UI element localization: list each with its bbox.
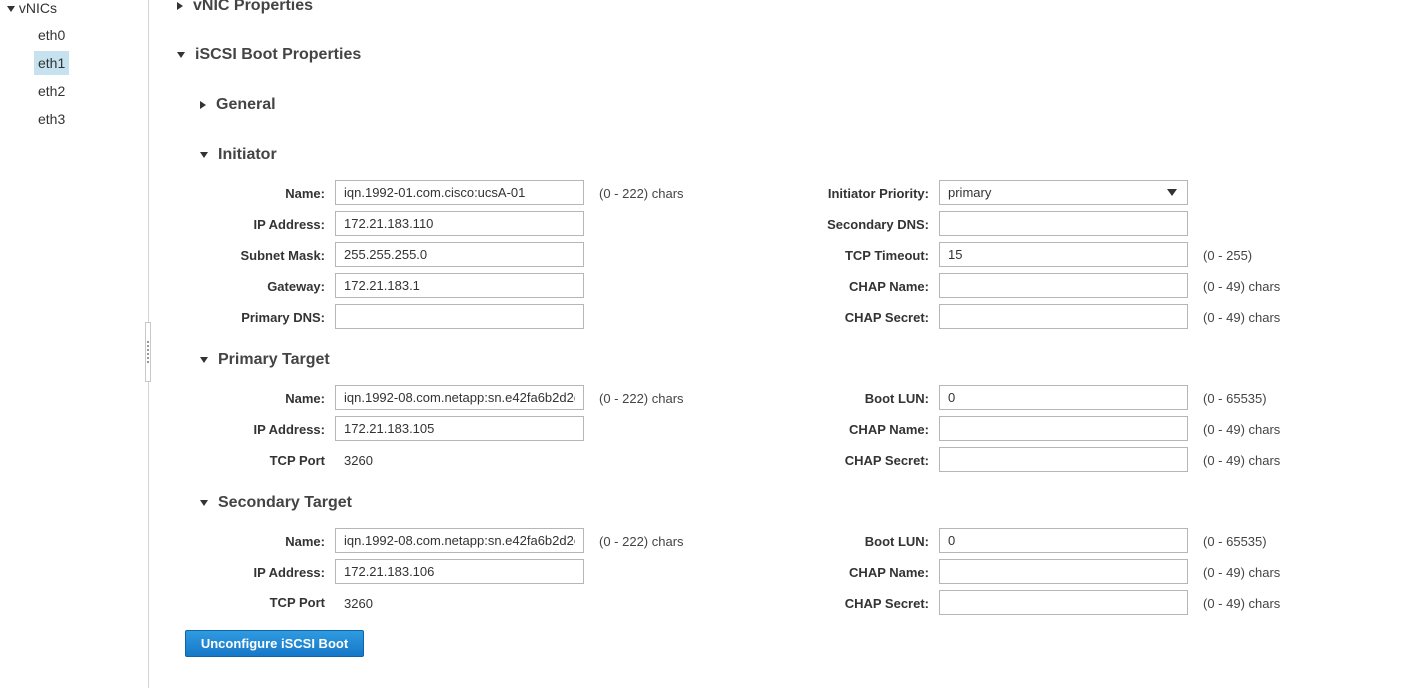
initiator-priority-label: Initiator Priority: (827, 186, 929, 201)
tree-root-vnics[interactable]: vNICs (7, 0, 57, 16)
tree-item-eth3[interactable]: eth3 (34, 107, 69, 131)
primary-target-name-input[interactable] (335, 385, 584, 410)
section-initiator[interactable]: Initiator (200, 146, 277, 164)
initiator-chap-name-input[interactable] (939, 273, 1188, 298)
expand-right-icon (177, 1, 183, 10)
secondary-boot-lun-input[interactable] (939, 528, 1188, 553)
collapse-down-icon (200, 499, 208, 506)
expand-right-icon (200, 100, 206, 109)
primary-target-tcp-port-value: 3260 (344, 453, 373, 468)
initiator-chap-secret-hint: (0 - 49) chars (1203, 310, 1281, 325)
secondary-target-tcp-port-value: 3260 (344, 596, 373, 611)
tcp-timeout-label: TCP Timeout: (844, 248, 929, 263)
section-secondary-target[interactable]: Secondary Target (200, 494, 352, 512)
primary-dns-label: Primary DNS: (241, 310, 325, 325)
primary-target-name-hint: (0 - 222) chars (599, 391, 684, 406)
secondary-chap-secret-hint: (0 - 49) chars (1203, 596, 1281, 611)
primary-target-ip-label: IP Address: (253, 422, 325, 437)
primary-chap-name-label: CHAP Name: (849, 422, 929, 437)
subnet-mask-label: Subnet Mask: (240, 248, 325, 263)
initiator-ip-label: IP Address: (253, 217, 325, 232)
primary-boot-lun-input[interactable] (939, 385, 1188, 410)
primary-boot-lun-hint: (0 - 65535) (1203, 391, 1267, 406)
primary-target-name-label: Name: (285, 391, 325, 406)
initiator-priority-select[interactable]: primary (939, 180, 1188, 205)
section-vnic-properties[interactable]: vNIC Properties (177, 0, 313, 15)
secondary-chap-secret-input[interactable] (939, 590, 1188, 615)
primary-target-ip-input[interactable] (335, 416, 584, 441)
gateway-input[interactable] (335, 273, 584, 298)
secondary-target-ip-label: IP Address: (253, 565, 325, 580)
initiator-ip-input[interactable] (335, 211, 584, 236)
initiator-name-label: Name: (285, 186, 325, 201)
primary-chap-name-hint: (0 - 49) chars (1203, 422, 1281, 437)
tree-root-label: vNICs (18, 0, 58, 16)
secondary-dns-label: Secondary DNS: (827, 217, 929, 232)
tcp-timeout-hint: (0 - 255) (1203, 248, 1253, 263)
splitter-grip-icon (147, 341, 149, 363)
expand-down-icon[interactable] (7, 6, 15, 13)
tree-item-eth0[interactable]: eth0 (34, 23, 69, 47)
primary-dns-input[interactable] (335, 304, 584, 329)
secondary-chap-name-hint: (0 - 49) chars (1203, 565, 1281, 580)
primary-chap-secret-input[interactable] (939, 447, 1188, 472)
primary-chap-secret-label: CHAP Secret: (844, 453, 929, 468)
initiator-chap-name-label: CHAP Name: (849, 279, 929, 294)
secondary-chap-name-label: CHAP Name: (849, 565, 929, 580)
gateway-label: Gateway: (267, 279, 325, 294)
secondary-target-ip-input[interactable] (335, 559, 584, 584)
initiator-chap-name-hint: (0 - 49) chars (1203, 279, 1281, 294)
section-iscsi-boot-properties[interactable]: iSCSI Boot Properties (177, 46, 361, 64)
dropdown-caret-icon (1167, 189, 1177, 196)
secondary-chap-secret-label: CHAP Secret: (844, 596, 929, 611)
initiator-chap-secret-label: CHAP Secret: (844, 310, 929, 325)
primary-boot-lun-label: Boot LUN: (864, 391, 929, 406)
section-primary-target[interactable]: Primary Target (200, 351, 330, 369)
initiator-chap-secret-input[interactable] (939, 304, 1188, 329)
initiator-name-hint: (0 - 222) chars (599, 186, 684, 201)
tcp-timeout-input[interactable] (939, 242, 1188, 267)
secondary-target-name-label: Name: (285, 534, 325, 549)
collapse-down-icon (200, 151, 208, 158)
collapse-down-icon (200, 356, 208, 363)
secondary-target-name-hint: (0 - 222) chars (599, 534, 684, 549)
collapse-down-icon (177, 51, 185, 58)
secondary-target-name-input[interactable] (335, 528, 584, 553)
primary-chap-secret-hint: (0 - 49) chars (1203, 453, 1281, 468)
tree-item-eth1[interactable]: eth1 (34, 51, 69, 75)
initiator-priority-value: primary (948, 185, 992, 200)
secondary-boot-lun-label: Boot LUN: (864, 534, 929, 549)
secondary-chap-name-input[interactable] (939, 559, 1188, 584)
tree-item-eth2[interactable]: eth2 (34, 79, 69, 103)
primary-chap-name-input[interactable] (939, 416, 1188, 441)
section-general[interactable]: General (200, 96, 276, 114)
primary-target-tcp-port-label: TCP Port (269, 453, 325, 468)
initiator-name-input[interactable] (335, 180, 584, 205)
secondary-dns-input[interactable] (939, 211, 1188, 236)
subnet-mask-input[interactable] (335, 242, 584, 267)
unconfigure-iscsi-boot-button[interactable]: Unconfigure iSCSI Boot (185, 630, 364, 657)
secondary-boot-lun-hint: (0 - 65535) (1203, 534, 1267, 549)
secondary-target-tcp-port-label: TCP Port (269, 595, 325, 610)
